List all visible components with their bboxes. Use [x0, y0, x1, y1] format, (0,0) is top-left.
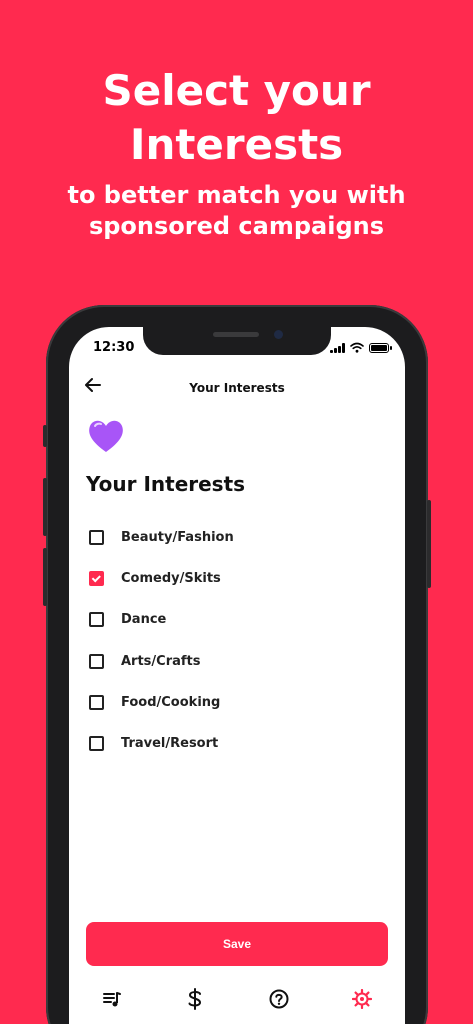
signal-icon: [330, 342, 345, 353]
phone-side-button: [43, 425, 47, 447]
phone-side-button: [43, 478, 47, 536]
list-item[interactable]: Arts/Crafts: [89, 641, 234, 682]
checkbox[interactable]: [89, 612, 104, 628]
phone-screen: 12:30 Your Interests Your Interests Beau…: [69, 327, 405, 1024]
tab-settings[interactable]: [350, 987, 374, 1011]
promo-subtitle: to better match you with sponsored campa…: [0, 180, 473, 242]
checkbox[interactable]: [89, 736, 104, 752]
promo-subtitle-line2: sponsored campaigns: [88, 212, 385, 240]
playlist-icon: [103, 992, 121, 1007]
help-circle-icon: [269, 989, 289, 1009]
list-item[interactable]: Travel/Resort: [89, 723, 234, 764]
interest-list: Beauty/Fashion Comedy/Skits Dance Arts/C…: [89, 517, 234, 764]
speaker: [213, 332, 259, 337]
nav-title: Your Interests: [189, 381, 285, 395]
interest-label: Comedy/Skits: [121, 571, 221, 587]
interest-label: Beauty/Fashion: [121, 530, 234, 546]
tab-bar: [69, 987, 405, 1017]
gear-icon: [352, 989, 372, 1009]
interest-label: Travel/Resort: [121, 736, 219, 752]
promo-title: Select your Interests: [0, 64, 473, 172]
phone-side-button: [427, 500, 431, 588]
checkbox[interactable]: [89, 530, 104, 546]
status-icons: [330, 342, 392, 353]
notch: [143, 327, 331, 355]
list-item[interactable]: Food/Cooking: [89, 682, 234, 723]
promo-subtitle-line1: to better match you with: [67, 181, 406, 209]
tab-help[interactable]: [267, 987, 291, 1011]
list-item[interactable]: Dance: [89, 599, 234, 640]
tab-earnings[interactable]: [183, 987, 207, 1011]
purple-heart-icon: [89, 420, 123, 452]
checkbox[interactable]: [89, 694, 104, 710]
front-camera: [274, 330, 283, 339]
dollar-icon: [188, 988, 202, 1010]
checkbox[interactable]: [89, 653, 104, 669]
phone-side-button: [43, 548, 47, 606]
interest-label: Food/Cooking: [121, 694, 221, 710]
list-item[interactable]: Comedy/Skits: [89, 558, 234, 599]
promo-title-line2: Interests: [129, 120, 344, 169]
status-time: 12:30: [93, 340, 135, 355]
interest-label: Arts/Crafts: [121, 653, 201, 669]
interest-label: Dance: [121, 612, 167, 628]
nav-bar: Your Interests: [69, 375, 405, 403]
tab-playlist[interactable]: [100, 987, 124, 1011]
battery-icon: [369, 342, 392, 353]
list-item[interactable]: Beauty/Fashion: [89, 517, 234, 558]
save-button[interactable]: Save: [86, 922, 388, 966]
promo-title-line1: Select your: [102, 66, 371, 115]
checkbox[interactable]: [89, 571, 104, 587]
section-title: Your Interests: [86, 472, 246, 496]
wifi-icon: [350, 342, 364, 353]
